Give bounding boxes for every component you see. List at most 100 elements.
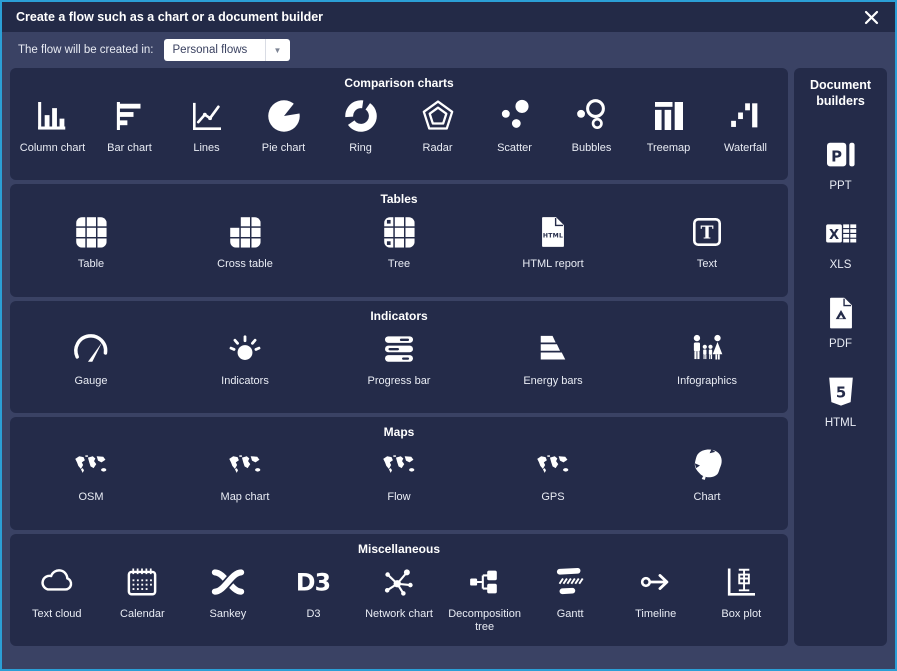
flow-item-infographics[interactable]: Infographics — [630, 328, 784, 389]
world-map-icon — [70, 444, 112, 486]
flow-item-gauge[interactable]: Gauge — [14, 328, 168, 389]
flow-item-timeline[interactable]: Timeline — [613, 561, 699, 622]
builder-item-xls[interactable]: XLS — [820, 213, 862, 271]
section-maps: Maps OSM Map chart Flow GPS Chart — [10, 417, 788, 529]
flow-location-value: Personal flows — [164, 44, 265, 56]
flow-location-label: The flow will be created in: — [18, 44, 154, 56]
flow-item-energy-bars[interactable]: Energy bars — [476, 328, 630, 389]
builder-item-ppt[interactable]: PPT — [820, 134, 862, 192]
energy-bars-icon — [532, 328, 574, 370]
progress-bar-icon — [378, 328, 420, 370]
flow-item-label: OSM — [78, 491, 103, 505]
builder-item-label: PDF — [829, 338, 852, 350]
section-title: Maps — [10, 417, 788, 439]
flow-item-d3[interactable]: D3 — [271, 561, 357, 622]
flow-item-label: Map chart — [221, 491, 270, 505]
gauge-icon — [70, 328, 112, 370]
flow-item-chart[interactable]: Chart — [630, 444, 784, 505]
flow-item-label: Bubbles — [572, 142, 612, 156]
flow-item-calendar[interactable]: Calendar — [100, 561, 186, 622]
xls-icon — [820, 213, 862, 255]
flow-item-text[interactable]: Text — [630, 211, 784, 272]
flow-item-indicators[interactable]: Indicators — [168, 328, 322, 389]
flow-item-lines[interactable]: Lines — [168, 95, 245, 156]
flow-item-box-plot[interactable]: Box plot — [699, 561, 785, 622]
d3-icon — [292, 561, 334, 603]
flow-item-label: Flow — [387, 491, 410, 505]
builder-items: PPT XLS PDF HTML — [820, 134, 862, 429]
dialog-subheader: The flow will be created in: Personal fl… — [2, 32, 895, 68]
lines-icon — [186, 95, 228, 137]
flow-item-cross-table[interactable]: Cross table — [168, 211, 322, 272]
html-report-icon — [532, 211, 574, 253]
flow-item-gps[interactable]: GPS — [476, 444, 630, 505]
world-map-icon — [378, 444, 420, 486]
flow-item-label: Network chart — [365, 608, 433, 622]
flow-item-label: Pie chart — [262, 142, 305, 156]
flow-item-map-chart[interactable]: Map chart — [168, 444, 322, 505]
ring-icon — [340, 95, 382, 137]
flow-item-label: Radar — [423, 142, 453, 156]
sankey-icon — [207, 561, 249, 603]
section-title: Tables — [10, 184, 788, 206]
flow-item-bar-chart[interactable]: Bar chart — [91, 95, 168, 156]
flow-item-bubbles[interactable]: Bubbles — [553, 95, 630, 156]
flow-item-label: GPS — [541, 491, 564, 505]
flow-item-tree[interactable]: Tree — [322, 211, 476, 272]
flow-item-sankey[interactable]: Sankey — [185, 561, 271, 622]
flow-item-html-report[interactable]: HTML report — [476, 211, 630, 272]
flow-item-label: Waterfall — [724, 142, 767, 156]
section-tables: Tables Table Cross table Tree HTML report Tex… — [10, 184, 788, 296]
flow-item-radar[interactable]: Radar — [399, 95, 476, 156]
section-title: Miscellaneous — [10, 534, 788, 556]
builder-item-pdf[interactable]: PDF — [820, 292, 862, 350]
radar-icon — [417, 95, 459, 137]
indicators-icon — [224, 328, 266, 370]
treemap-icon — [648, 95, 690, 137]
dialog-titlebar: Create a flow such as a chart or a docum… — [2, 2, 895, 32]
world-map-icon — [532, 444, 574, 486]
dialog-title: Create a flow such as a chart or a docum… — [16, 10, 323, 24]
box-plot-icon — [720, 561, 762, 603]
bar-chart-icon — [109, 95, 151, 137]
flow-item-label: Text cloud — [32, 608, 82, 622]
flow-item-label: Progress bar — [368, 375, 431, 389]
flow-item-label: Column chart — [20, 142, 85, 156]
decomposition-tree-icon — [464, 561, 506, 603]
flow-item-progress-bar[interactable]: Progress bar — [322, 328, 476, 389]
flow-item-column-chart[interactable]: Column chart — [14, 95, 91, 156]
flow-item-waterfall[interactable]: Waterfall — [707, 95, 784, 156]
text-cloud-icon — [36, 561, 78, 603]
ppt-icon — [820, 134, 862, 176]
builder-item-html[interactable]: HTML — [820, 371, 862, 429]
flow-item-label: Cross table — [217, 258, 273, 272]
section-comparison-charts: Comparison chartsColumn chartBar chartLi… — [10, 68, 788, 180]
sidebar-title: Document builders — [805, 77, 877, 110]
close-button[interactable] — [862, 8, 881, 27]
flow-item-label: D3 — [306, 608, 320, 622]
flow-item-table[interactable]: Table — [14, 211, 168, 272]
builder-item-label: PPT — [829, 180, 851, 192]
flow-item-label: HTML report — [522, 258, 583, 272]
flow-item-osm[interactable]: OSM — [14, 444, 168, 505]
flow-item-ring[interactable]: Ring — [322, 95, 399, 156]
flow-item-label: Indicators — [221, 375, 269, 389]
flow-item-network-chart[interactable]: Network chart — [356, 561, 442, 622]
flow-item-label: Energy bars — [523, 375, 582, 389]
infographics-icon — [686, 328, 728, 370]
bubbles-icon — [571, 95, 613, 137]
flow-item-gantt[interactable]: Gantt — [527, 561, 613, 622]
flow-item-label: Table — [78, 258, 104, 272]
flow-item-label: Gauge — [74, 375, 107, 389]
tree-icon — [378, 211, 420, 253]
flow-item-label: Box plot — [721, 608, 761, 622]
world-map-icon — [224, 444, 266, 486]
flow-item-scatter[interactable]: Scatter — [476, 95, 553, 156]
flow-item-pie-chart[interactable]: Pie chart — [245, 95, 322, 156]
flow-item-label: Infographics — [677, 375, 737, 389]
flow-item-flow[interactable]: Flow — [322, 444, 476, 505]
flow-item-treemap[interactable]: Treemap — [630, 95, 707, 156]
flow-item-decomposition-tree[interactable]: Decomposition tree — [442, 561, 528, 636]
flow-item-text-cloud[interactable]: Text cloud — [14, 561, 100, 622]
flow-location-select[interactable]: Personal flows ▼ — [164, 39, 290, 61]
